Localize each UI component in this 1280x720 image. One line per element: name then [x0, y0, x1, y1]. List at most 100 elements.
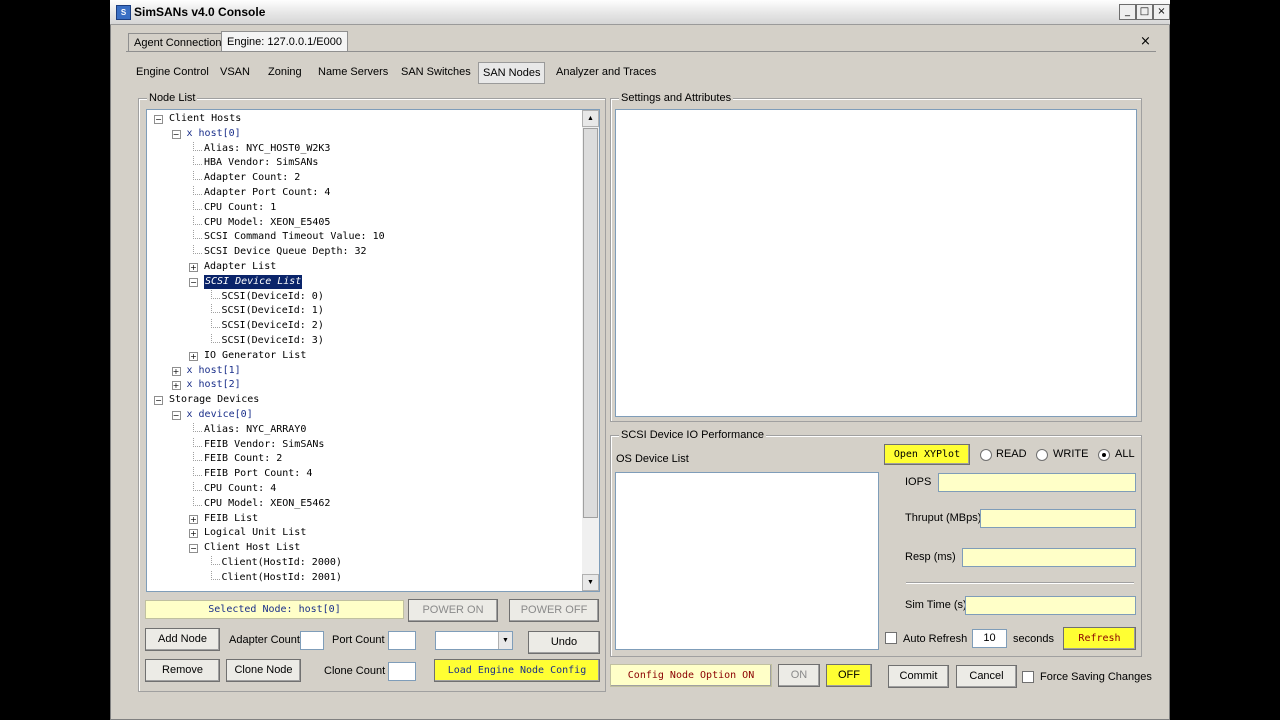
tab-engine[interactable]: Engine: 127.0.0.1/E000: [221, 31, 348, 52]
auto-refresh-checkbox[interactable]: [885, 632, 897, 644]
force-saving-checkbox[interactable]: [1022, 671, 1034, 683]
tree-node[interactable]: CPU Model: XEON_E5462: [204, 497, 330, 511]
tree-node[interactable]: CPU Model: XEON_E5405: [204, 216, 330, 230]
tree-connector: [193, 422, 202, 432]
tree-connector: [210, 304, 220, 314]
expand-icon[interactable]: +: [189, 351, 198, 361]
tree-node[interactable]: SCSI(DeviceId: 0): [222, 290, 324, 304]
collapse-icon[interactable]: −: [171, 411, 181, 420]
perf-separator: [906, 582, 1134, 584]
collapse-icon[interactable]: −: [171, 129, 181, 139]
collapse-icon[interactable]: −: [189, 277, 198, 287]
expand-icon[interactable]: +: [189, 263, 198, 272]
power-on-button[interactable]: POWER ON: [408, 599, 498, 622]
refresh-interval-input[interactable]: 10: [972, 629, 1007, 648]
port-count-input[interactable]: [388, 631, 416, 650]
commit-button[interactable]: Commit: [888, 665, 949, 688]
tree-node[interactable]: FEIB Port Count: 4: [204, 467, 312, 481]
tree-node[interactable]: x host[1]: [187, 364, 241, 378]
tree-node[interactable]: Client(HostId: 2000): [222, 556, 342, 570]
tab-vsan[interactable]: VSAN: [216, 62, 254, 82]
tree-connector: [210, 334, 220, 343]
tree-node[interactable]: IO Generator List: [204, 349, 306, 363]
tab-zoning[interactable]: Zoning: [264, 62, 306, 82]
window-title: SimSANs v4.0 Console: [134, 5, 266, 19]
collapse-icon[interactable]: −: [189, 544, 198, 554]
tree-node[interactable]: SCSI Device Queue Depth: 32: [204, 245, 367, 259]
tab-san-switches[interactable]: SAN Switches: [397, 62, 475, 82]
scroll-down-icon[interactable]: ▼: [582, 574, 599, 591]
minimize-button[interactable]: _: [1119, 4, 1136, 20]
expand-icon[interactable]: +: [171, 381, 181, 391]
tree-connector: [193, 186, 202, 195]
tree-node[interactable]: Logical Unit List: [204, 526, 306, 540]
scroll-up-icon[interactable]: ▲: [582, 110, 599, 127]
remove-button[interactable]: Remove: [145, 659, 220, 682]
tree-node[interactable]: Adapter Count: 2: [204, 171, 300, 185]
simtime-field: [965, 596, 1136, 615]
open-xyplot-button[interactable]: Open XYPlot: [884, 444, 970, 465]
load-engine-config-button[interactable]: Load Engine Node Config: [434, 659, 600, 682]
tab-san-nodes[interactable]: SAN Nodes: [478, 62, 546, 84]
refresh-button[interactable]: Refresh: [1063, 627, 1136, 650]
collapse-icon[interactable]: −: [154, 396, 163, 406]
expand-icon[interactable]: +: [171, 366, 181, 376]
tree-node[interactable]: Storage Devices: [169, 393, 259, 407]
tree-node[interactable]: CPU Count: 4: [204, 482, 276, 496]
tree-node[interactable]: FEIB Count: 2: [204, 452, 282, 466]
tree-node[interactable]: SCSI Command Timeout Value: 10: [204, 230, 385, 244]
adapter-count-input[interactable]: [300, 631, 324, 650]
expand-icon[interactable]: +: [189, 514, 198, 524]
tree-scrollbar[interactable]: ▲ ▼: [582, 110, 599, 591]
maximize-button[interactable]: □: [1136, 4, 1153, 20]
off-button[interactable]: OFF: [826, 664, 872, 687]
tab-name-servers[interactable]: Name Servers: [314, 62, 392, 82]
scroll-thumb[interactable]: [583, 128, 598, 518]
expand-icon[interactable]: +: [189, 529, 198, 539]
tree-node[interactable]: SCSI(DeviceId: 2): [222, 319, 324, 333]
clone-count-input[interactable]: [388, 662, 416, 681]
tree-connector: [193, 156, 202, 166]
node-tree[interactable]: − Client Hosts − x host[0] Alias: NYC_HOST0_…: [146, 109, 600, 592]
write-radio[interactable]: [1036, 449, 1048, 461]
tab-agent-connections[interactable]: Agent Connections: [128, 33, 233, 52]
read-radio[interactable]: [980, 449, 992, 461]
tree-node[interactable]: x device[0]: [187, 408, 253, 422]
os-device-list[interactable]: [615, 472, 879, 650]
tree-node[interactable]: FEIB Vendor: SimSANs: [204, 438, 324, 452]
title-bar: S SimSANs v4.0 Console _ □ ×: [110, 0, 1170, 25]
node-type-select[interactable]: ▼: [435, 631, 513, 650]
tree-node[interactable]: HBA Vendor: SimSANs: [204, 156, 318, 170]
tree-node[interactable]: Alias: NYC_ARRAY0: [204, 423, 306, 437]
tree-node[interactable]: Client(HostId: 2001): [222, 571, 342, 585]
tree-node[interactable]: SCSI(DeviceId: 1): [222, 304, 324, 318]
clone-node-button[interactable]: Clone Node: [226, 659, 301, 682]
tree-node[interactable]: Client Hosts: [169, 112, 241, 126]
tree-node[interactable]: FEIB List: [204, 512, 258, 526]
tree-node[interactable]: Adapter Port Count: 4: [204, 186, 330, 200]
settings-panel[interactable]: [615, 109, 1137, 417]
tree-node[interactable]: Adapter List: [204, 260, 276, 274]
on-button[interactable]: ON: [778, 664, 820, 687]
tab-engine-control[interactable]: Engine Control: [132, 62, 213, 82]
close-tab-icon[interactable]: ×: [1140, 34, 1151, 49]
tree-node[interactable]: Client Host List: [204, 541, 300, 555]
collapse-icon[interactable]: −: [154, 115, 163, 124]
undo-button[interactable]: Undo: [528, 631, 600, 654]
tree-connector: [210, 289, 220, 299]
tree-connector: [210, 319, 220, 329]
tab-analyzer-traces[interactable]: Analyzer and Traces: [552, 62, 660, 82]
tree-node[interactable]: x host[2]: [187, 378, 241, 392]
add-node-button[interactable]: Add Node: [145, 628, 220, 651]
power-off-button[interactable]: POWER OFF: [509, 599, 599, 622]
tree-node[interactable]: Alias: NYC_HOST0_W2K3: [204, 142, 330, 156]
tree-node[interactable]: SCSI(DeviceId: 3): [222, 334, 324, 348]
tree-connector: [193, 171, 202, 181]
close-button[interactable]: ×: [1153, 4, 1170, 20]
cancel-button[interactable]: Cancel: [956, 665, 1017, 688]
all-radio[interactable]: [1098, 449, 1110, 461]
tree-node[interactable]: SCSI Device List: [204, 274, 303, 289]
port-count-label: Port Count: [332, 634, 385, 646]
tree-node[interactable]: x host[0]: [187, 127, 241, 141]
tree-node[interactable]: CPU Count: 1: [204, 201, 276, 215]
